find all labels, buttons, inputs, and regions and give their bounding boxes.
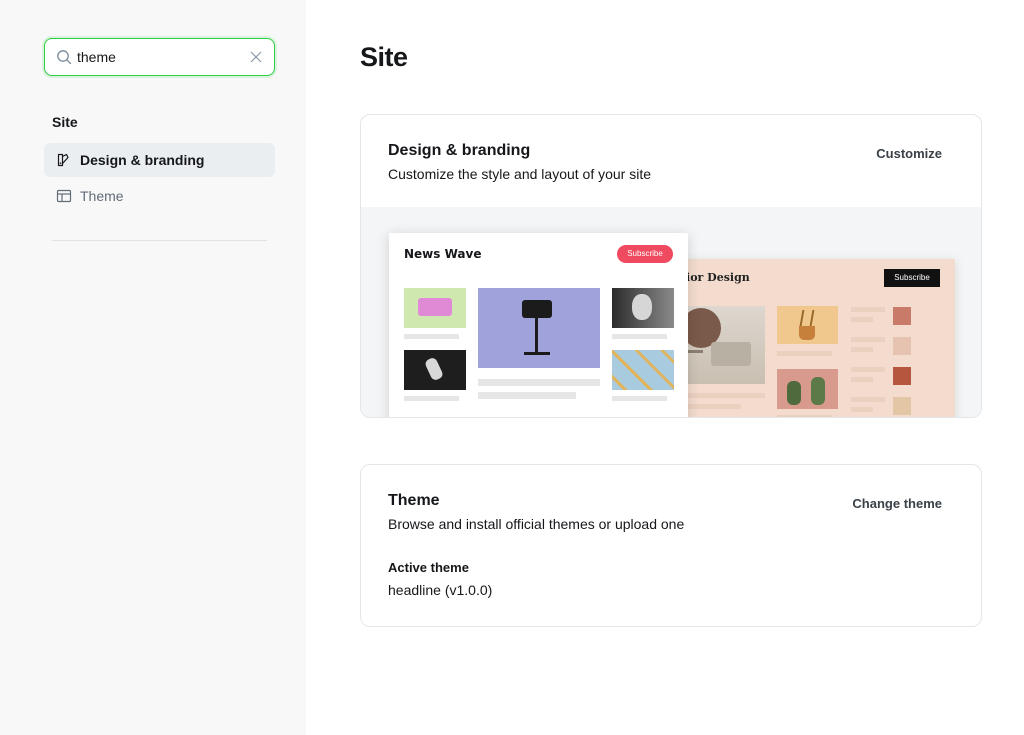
- preview-image-camera: [478, 288, 600, 368]
- sidebar-item-design-branding[interactable]: Design & branding: [44, 143, 275, 177]
- sidebar-section-heading: Site: [52, 114, 78, 130]
- preview-subscribe-button: Subscribe: [617, 245, 673, 263]
- search-icon: [57, 50, 72, 65]
- card-description: Customize the style and layout of your s…: [388, 166, 652, 182]
- preview-site-title: News Wave: [404, 247, 482, 261]
- change-theme-button[interactable]: Change theme: [852, 496, 942, 511]
- search-input[interactable]: [77, 46, 237, 68]
- design-branding-card: Design & branding Customize the style an…: [360, 114, 982, 418]
- preview-image-plant: [777, 306, 838, 344]
- theme-preview-interior: Interior Design Subscribe: [655, 259, 955, 417]
- page-title: Site: [360, 42, 408, 72]
- card-description: Browse and install official themes or up…: [388, 516, 685, 532]
- sidebar-item-label: Theme: [80, 188, 124, 204]
- preview-image-cactus: [777, 369, 838, 409]
- design-preview[interactable]: Interior Design Subscribe News Wave Subs…: [361, 207, 981, 417]
- sidebar-item-theme[interactable]: Theme: [44, 179, 275, 213]
- preview-image-pattern: [612, 350, 674, 390]
- preview-image-astronaut: [404, 350, 466, 390]
- layout-icon: [56, 189, 72, 203]
- card-title: Theme: [388, 492, 440, 509]
- search-box[interactable]: [44, 38, 275, 76]
- theme-card: Theme Browse and install official themes…: [360, 464, 982, 627]
- customize-button[interactable]: Customize: [876, 146, 942, 161]
- close-icon[interactable]: [250, 51, 262, 63]
- preview-image-portrait: [612, 288, 674, 328]
- theme-preview-news: News Wave Subscribe: [389, 233, 688, 417]
- card-title: Design & branding: [388, 142, 531, 159]
- preview-subscribe-button: Subscribe: [884, 269, 940, 287]
- active-theme-value: headline (v1.0.0): [388, 582, 493, 598]
- sidebar: Site Design & branding Theme: [0, 0, 306, 735]
- active-theme-label: Active theme: [388, 560, 469, 575]
- preview-image-keyboard: [404, 288, 466, 328]
- paintbrush-icon: [57, 153, 69, 167]
- sidebar-divider: [52, 240, 267, 241]
- sidebar-item-label: Design & branding: [80, 152, 205, 168]
